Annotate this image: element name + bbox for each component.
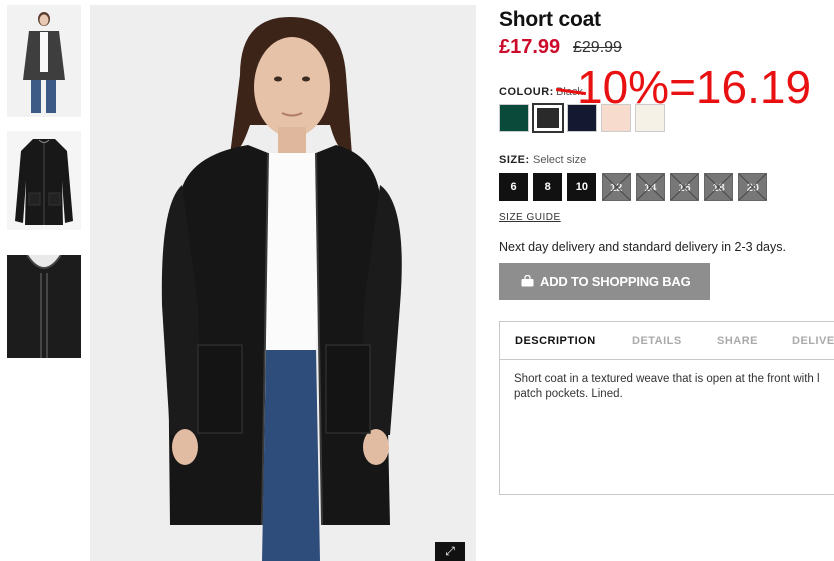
sold-out-cross-icon — [739, 174, 767, 200]
colour-label: COLOUR: — [499, 86, 554, 98]
size-option-16[interactable]: 16 — [670, 173, 699, 201]
size-option-label: 8 — [544, 181, 551, 193]
size-option-label: 6 — [510, 181, 517, 193]
thumbnail-coat-detail[interactable] — [7, 255, 81, 358]
tab-divider — [500, 359, 834, 360]
size-option-10[interactable]: 10 — [567, 173, 597, 201]
add-to-bag-label: ADD TO SHOPPING BAG — [540, 274, 691, 289]
size-option-6[interactable]: 6 — [499, 173, 528, 201]
sold-out-cross-icon — [602, 174, 630, 200]
thumbnail-model-front[interactable] — [7, 5, 81, 117]
swatch-color-fill — [568, 105, 596, 131]
expand-icon: ⤢ — [445, 544, 455, 558]
swatch-color-fill — [500, 105, 528, 131]
sold-out-cross-icon — [636, 174, 664, 200]
size-option-8[interactable]: 8 — [533, 173, 563, 201]
size-option-label: 10 — [575, 181, 589, 193]
swatch-cream[interactable] — [635, 104, 665, 132]
swatch-color-fill — [537, 108, 559, 128]
original-price: £29.99 — [573, 39, 622, 56]
thumbnail-coat-flat[interactable] — [7, 131, 81, 230]
product-title: Short coat — [499, 8, 601, 31]
zoom-expand-button[interactable]: ⤢ — [435, 542, 465, 561]
thumbnail-image — [7, 255, 81, 358]
swatch-dark-green[interactable] — [499, 104, 529, 132]
size-guide-link[interactable]: SIZE GUIDE — [499, 212, 561, 223]
thumbnail-image — [7, 5, 81, 117]
shopping-bag-icon — [521, 275, 534, 287]
add-to-shopping-bag-button[interactable]: ADD TO SHOPPING BAG — [499, 263, 710, 300]
swatch-black[interactable] — [532, 103, 564, 133]
swatch-color-fill — [602, 105, 630, 131]
sold-out-cross-icon — [671, 174, 698, 200]
size-option-18[interactable]: 18 — [704, 173, 734, 201]
tab-details[interactable]: DETAILS — [632, 335, 682, 347]
delivery-info: Next day delivery and standard delivery … — [499, 240, 786, 254]
swatch-light-pink[interactable] — [601, 104, 631, 132]
size-selected-value: Select size — [533, 154, 587, 166]
sold-out-cross-icon — [705, 174, 733, 200]
swatch-dark-navy[interactable] — [567, 104, 597, 132]
product-info-tabs: DESCRIPTION DETAILS SHARE DELIVE Short coat… — [499, 321, 834, 495]
tab-description[interactable]: DESCRIPTION — [515, 335, 596, 347]
swatch-color-fill — [636, 105, 664, 131]
model-wearing-coat-image — [90, 5, 476, 561]
size-option-12[interactable]: 12 — [601, 173, 631, 201]
size-option-14[interactable]: 14 — [635, 173, 665, 201]
main-product-image[interactable] — [90, 5, 476, 561]
tab-share[interactable]: SHARE — [717, 335, 758, 347]
sale-price: £17.99 — [499, 36, 561, 58]
size-label: SIZE: — [499, 154, 530, 166]
description-text: Short coat in a textured weave that is o… — [514, 373, 820, 400]
tab-delive[interactable]: DELIVE — [792, 335, 834, 347]
size-option-20[interactable]: 20 — [738, 173, 768, 201]
thumbnail-image — [7, 131, 81, 230]
